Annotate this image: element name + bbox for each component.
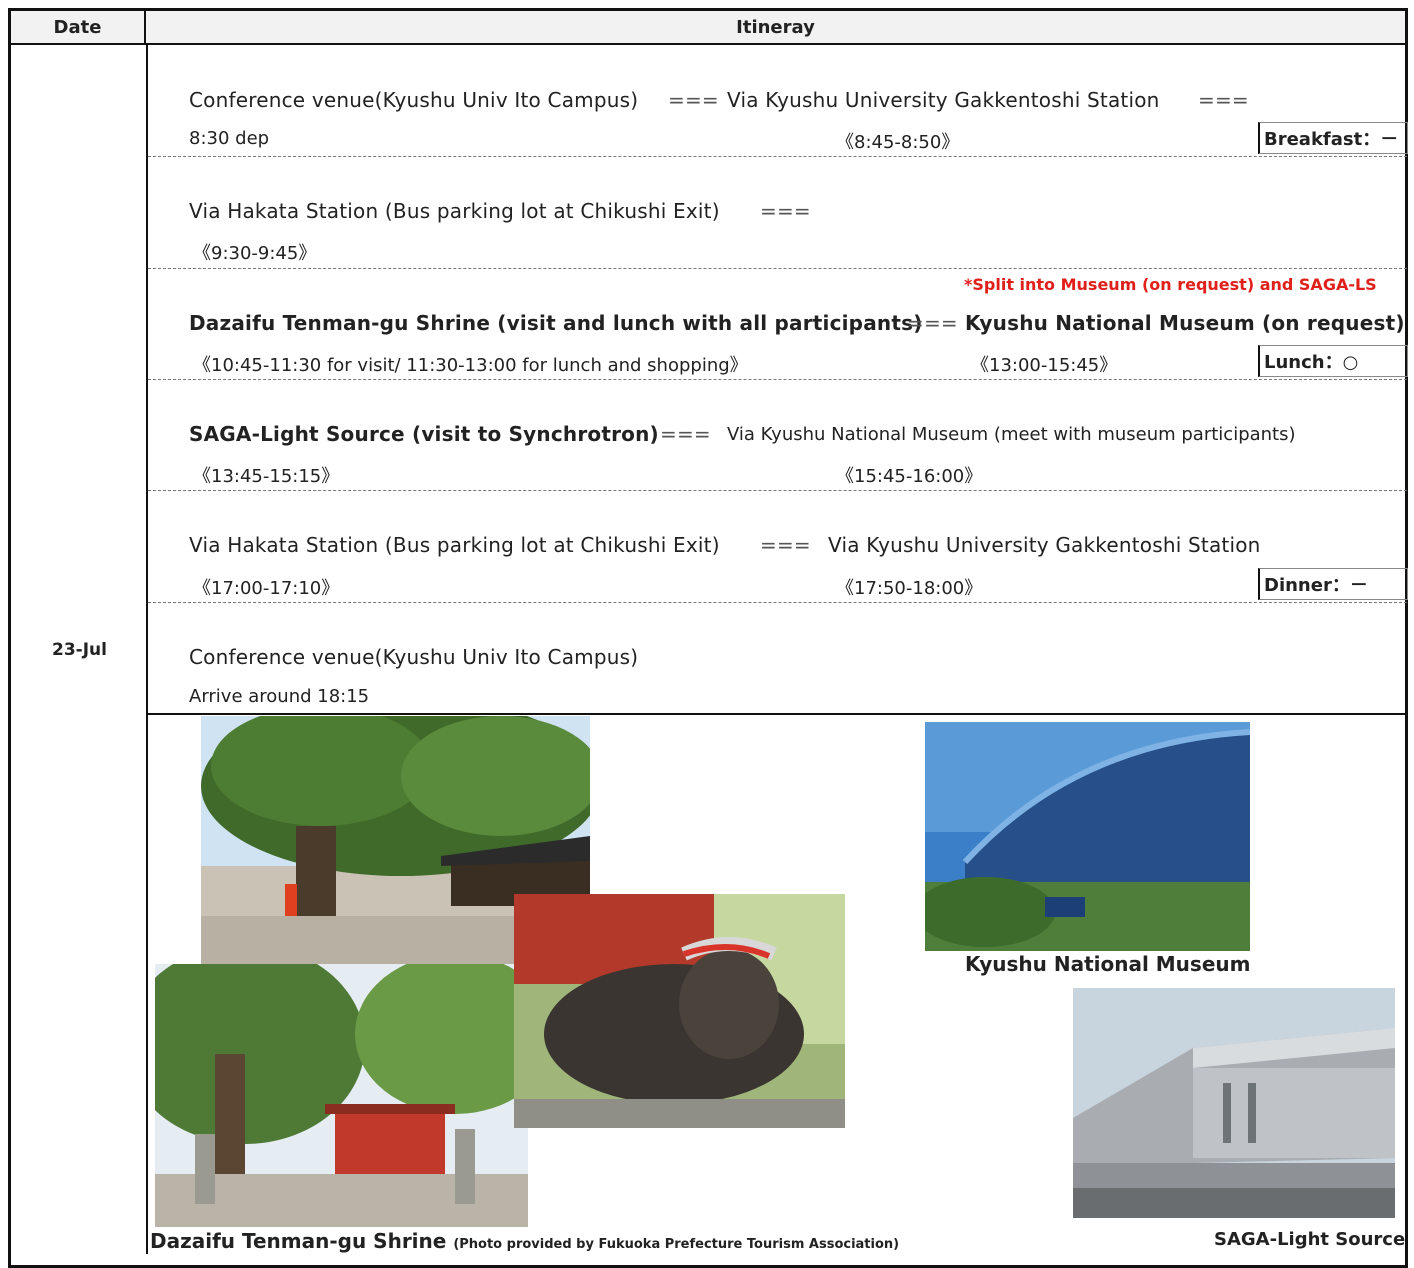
meal-lunch: Lunch：○	[1258, 345, 1408, 377]
row4-time-a: 《13:45-15:15》	[193, 466, 340, 487]
row2-time-a: 《9:30-9:45》	[193, 243, 317, 264]
dazaifu-gate-photo	[155, 964, 528, 1227]
header-divider	[11, 43, 1407, 45]
saga-ls-caption: SAGA-Light Source	[1214, 1229, 1406, 1250]
row-separator	[148, 268, 1407, 269]
row2-stop-a: Via Hakata Station (Bus parking lot at C…	[189, 199, 720, 223]
meal-dinner: Dinner：－	[1258, 568, 1408, 600]
itinerary-bottom-border	[146, 713, 1408, 715]
museum-caption: Kyushu National Museum	[965, 952, 1251, 976]
ox-statue-photo	[514, 894, 845, 1128]
row5-time-a: 《17:00-17:10》	[193, 578, 340, 599]
row4-sep1: ===	[660, 422, 711, 446]
row-separator	[148, 379, 1407, 380]
row5-time-b: 《17:50-18:00》	[836, 578, 983, 599]
row1-sep1: ===	[668, 88, 719, 112]
row4-stop-a: SAGA-Light Source (visit to Synchrotron)	[189, 422, 659, 446]
row2-sep1: ===	[760, 199, 811, 223]
saga-ls-photo	[1073, 988, 1395, 1218]
row3-stop-b: Kyushu National Museum (on request)	[965, 311, 1405, 335]
dazaifu-photo-credit: (Photo provided by Fukuoka Prefecture To…	[453, 1237, 900, 1252]
row1-sep2: ===	[1198, 88, 1249, 112]
date-cell: 23-Jul	[52, 640, 107, 660]
row5-sep1: ===	[760, 533, 811, 557]
row3-time-a: 《10:45-11:30 for visit/ 11:30-13:00 for …	[193, 355, 748, 376]
row-separator	[148, 156, 1407, 157]
row5-stop-b: Via Kyushu University Gakkentoshi Statio…	[828, 533, 1261, 557]
date-column-header: Date	[11, 11, 146, 44]
column-divider	[146, 44, 148, 1254]
split-note: *Split into Museum (on request) and SAGA…	[964, 275, 1377, 294]
row3-time-b: 《13:00-15:45》	[971, 355, 1118, 376]
row1-time-b: 《8:45-8:50》	[836, 132, 960, 153]
museum-photo	[925, 722, 1250, 951]
row3-stop-a: Dazaifu Tenman-gu Shrine (visit and lunc…	[189, 311, 923, 335]
row1-stop-b: Via Kyushu University Gakkentoshi Statio…	[727, 88, 1160, 112]
dazaifu-caption: Dazaifu Tenman-gu Shrine (Photo provided…	[150, 1229, 899, 1253]
row4-stop-b: Via Kyushu National Museum (meet with mu…	[727, 424, 1296, 445]
row-separator	[148, 602, 1407, 603]
row6-time-a: Arrive around 18:15	[189, 686, 370, 707]
row6-stop-a: Conference venue(Kyushu Univ Ito Campus)	[189, 645, 639, 669]
dazaifu-caption-title: Dazaifu Tenman-gu Shrine	[150, 1229, 447, 1253]
itinerary-column-header: Itineray	[146, 11, 1405, 44]
row5-stop-a: Via Hakata Station (Bus parking lot at C…	[189, 533, 720, 557]
row3-sep1: ===	[907, 311, 958, 335]
row1-stop-a: Conference venue(Kyushu Univ Ito Campus)	[189, 88, 639, 112]
meal-breakfast: Breakfast：－	[1258, 122, 1408, 154]
row-separator	[148, 490, 1407, 491]
row1-time-a: 8:30 dep	[189, 128, 270, 149]
row4-time-b: 《15:45-16:00》	[836, 466, 983, 487]
